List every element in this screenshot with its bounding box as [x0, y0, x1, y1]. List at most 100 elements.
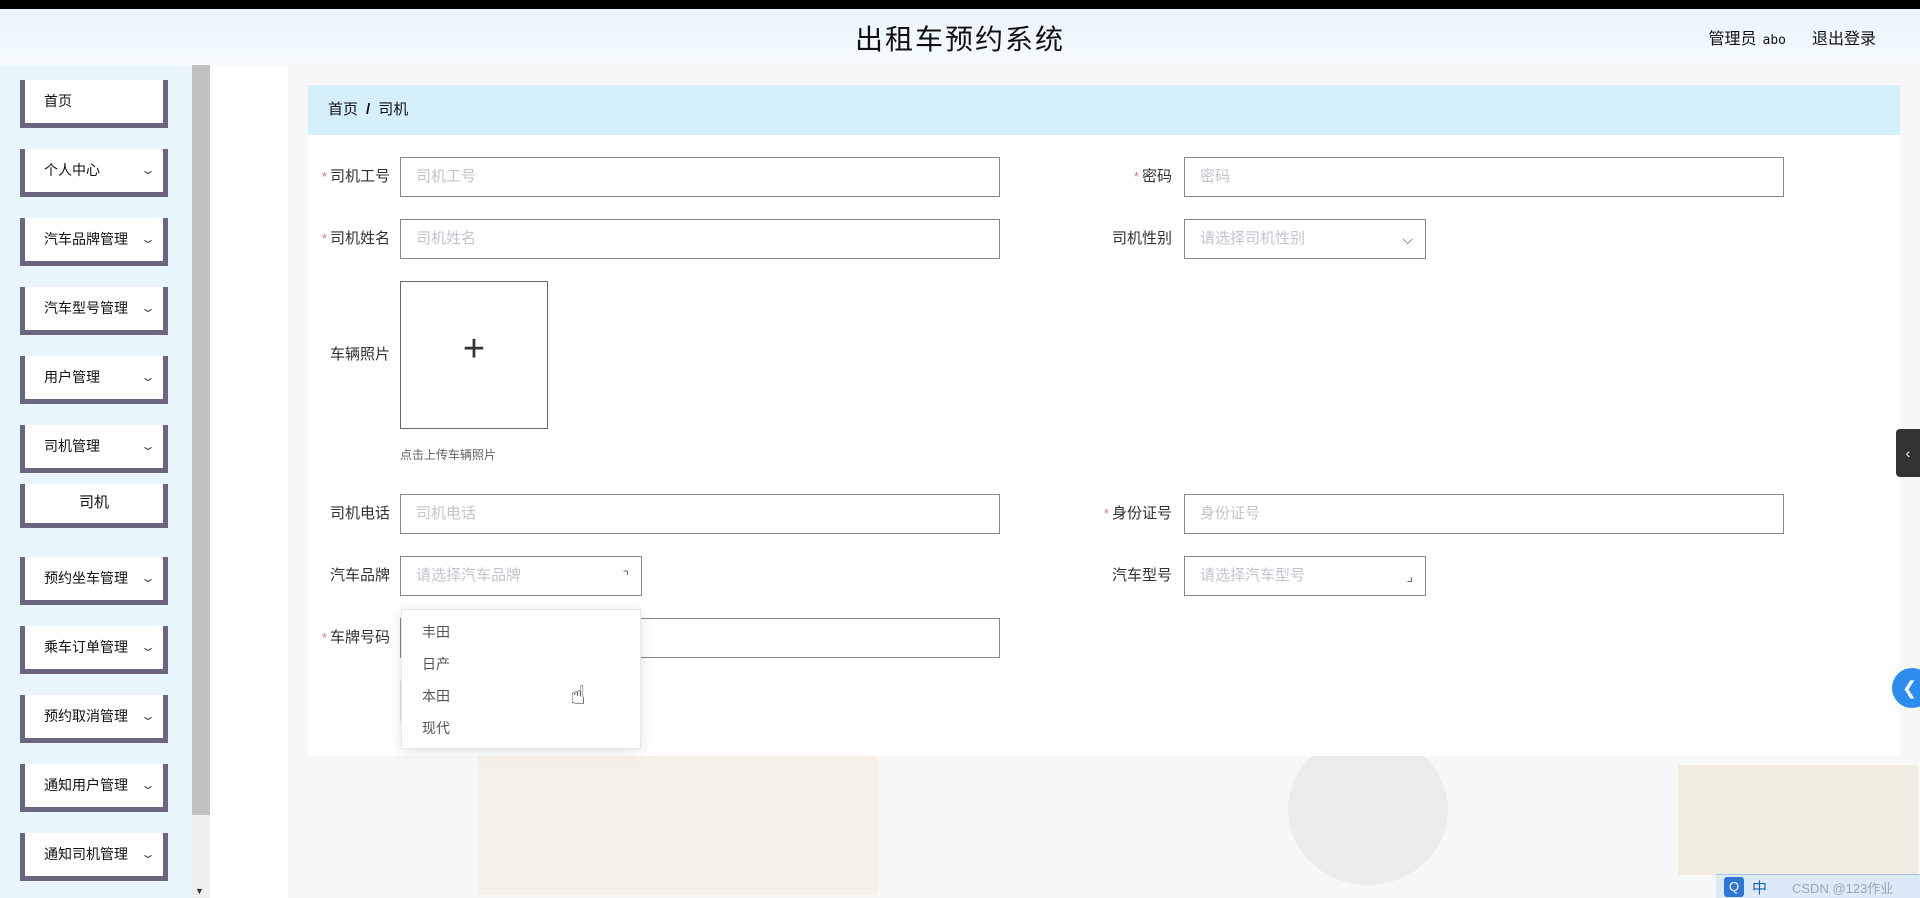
- user-info: 管理员 abo: [1709, 25, 1787, 49]
- sidebar-item-cancel-management[interactable]: 预约取消管理 ⌄: [20, 695, 168, 743]
- app-header: 出租车预约系统 管理员 abo 退出登录: [0, 9, 1920, 65]
- sidebar-item-label: 首页: [44, 93, 72, 109]
- sidebar-item-label: 汽车品牌管理: [44, 231, 128, 247]
- sidebar-item-model-management[interactable]: 汽车型号管理 ⌄: [20, 287, 168, 335]
- sidebar-subitem-label: 司机: [78, 494, 109, 511]
- chevron-down-icon: ⌄: [139, 778, 157, 792]
- required-mark: *: [321, 169, 327, 184]
- sidebar-subitem-driver[interactable]: 司机: [20, 484, 168, 528]
- chevron-down-icon: ⌄: [139, 571, 157, 585]
- sidebar-item-label: 司机管理: [44, 438, 100, 454]
- model-select-placeholder: 请选择汽车型号: [1200, 567, 1306, 584]
- required-mark: *: [1133, 169, 1139, 184]
- sidebar-item-user-management[interactable]: 用户管理 ⌄: [20, 356, 168, 404]
- gender-select-placeholder: 请选择司机性别: [1200, 230, 1306, 247]
- breadcrumb-separator: /: [366, 101, 371, 118]
- hand-cursor-icon: ☝: [570, 680, 586, 710]
- breadcrumb-home[interactable]: 首页: [328, 101, 358, 118]
- sidebar-item-driver-management[interactable]: 司机管理 ⌄: [20, 425, 168, 473]
- background-decoration: [478, 755, 878, 895]
- required-mark: *: [321, 630, 327, 645]
- ime-mode-toggle[interactable]: 中: [1752, 877, 1767, 898]
- window-top-bar: [0, 0, 1920, 9]
- sidebar-item-notify-user[interactable]: 通知用户管理 ⌄: [20, 764, 168, 812]
- driver-id-input[interactable]: 司机工号: [400, 157, 1000, 197]
- chevron-down-icon: ⌄: [139, 847, 157, 861]
- logout-button[interactable]: 退出登录: [1812, 25, 1876, 49]
- brand-select[interactable]: 请选择汽车品牌 ⌝: [400, 556, 642, 596]
- password-input[interactable]: 密码: [1184, 157, 1784, 197]
- password-label-text: 密码: [1141, 168, 1172, 185]
- chevron-down-icon: ⌄: [139, 370, 157, 384]
- id-card-input[interactable]: 身份证号: [1184, 494, 1784, 534]
- user-role: 管理员: [1708, 31, 1757, 48]
- id-card-label: * 身份证号: [1090, 494, 1172, 534]
- driver-id-label: * 司机工号: [310, 157, 390, 197]
- sidebar-item-order-management[interactable]: 乘车订单管理 ⌄: [20, 626, 168, 674]
- phone-label: 司机电话: [329, 505, 390, 522]
- model-label: 汽车型号: [1111, 567, 1172, 584]
- gender-label: 司机性别: [1111, 230, 1172, 247]
- sidebar-item-label: 汽车型号管理: [44, 300, 128, 316]
- chevron-down-icon: ⌄: [139, 301, 157, 315]
- user-name: abo: [1762, 33, 1786, 48]
- scroll-down-arrow-icon[interactable]: ▼: [195, 886, 204, 896]
- dropdown-option[interactable]: 日产: [402, 648, 640, 680]
- chevron-down-icon: ⌄: [139, 232, 157, 246]
- sidebar-item-label: 个人中心: [44, 162, 100, 178]
- chevron-down-icon: ⌄: [139, 709, 157, 723]
- driver-name-input[interactable]: 司机姓名: [400, 219, 1000, 259]
- chevron-down-icon: ⌄: [139, 439, 157, 453]
- dropdown-option[interactable]: 本田: [402, 680, 640, 712]
- chevron-down-icon: ⌟: [1406, 568, 1413, 584]
- sidebar-item-personal-center[interactable]: 个人中心 ⌄: [20, 149, 168, 197]
- chevron-down-icon: ⌵: [1402, 231, 1413, 247]
- plate-label: * 车牌号码: [310, 618, 390, 658]
- brand-label: 汽车品牌: [329, 567, 390, 584]
- sidebar-item-notify-driver[interactable]: 通知司机管理 ⌄: [20, 833, 168, 881]
- driver-id-label-text: 司机工号: [329, 168, 390, 185]
- sidebar-item-label: 预约坐车管理: [44, 570, 128, 586]
- watermark: CSDN @123作业: [1792, 881, 1894, 896]
- collapse-panel-tab[interactable]: ‹: [1896, 429, 1920, 477]
- model-select[interactable]: 请选择汽车型号 ⌟: [1184, 556, 1426, 596]
- sidebar-item-label: 通知司机管理: [44, 846, 128, 862]
- chevron-down-icon: ⌄: [139, 640, 157, 654]
- required-mark: *: [1103, 506, 1109, 521]
- breadcrumb-current: 司机: [378, 101, 409, 118]
- plus-icon: +: [462, 328, 486, 370]
- sidebar-item-brand-management[interactable]: 汽车品牌管理 ⌄: [20, 218, 168, 266]
- chevron-down-icon: ⌄: [139, 163, 157, 177]
- sidebar-item-label: 用户管理: [44, 369, 100, 385]
- dropdown-option[interactable]: 丰田: [402, 616, 640, 648]
- background-decoration: [1288, 735, 1448, 885]
- brand-dropdown: 丰田 日产 本田 现代: [401, 609, 641, 749]
- brand-select-placeholder: 请选择汽车品牌: [416, 567, 522, 584]
- photo-upload[interactable]: +: [400, 281, 548, 429]
- sidebar-item-home[interactable]: 首页: [20, 80, 168, 128]
- photo-upload-tip: 点击上传车辆照片: [400, 448, 497, 462]
- ime-toolbar: Q 中 CSDN @123作业: [1716, 874, 1920, 898]
- ime-logo-icon[interactable]: Q: [1724, 877, 1744, 897]
- chevron-up-icon: ⌝: [622, 568, 629, 584]
- required-mark: *: [321, 231, 327, 246]
- password-label: * 密码: [1090, 157, 1172, 197]
- app-title: 出租车预约系统: [854, 23, 1065, 56]
- sidebar-item-label: 预约取消管理: [44, 708, 128, 724]
- sidebar-scrollbar-thumb[interactable]: [192, 65, 210, 815]
- sidebar-item-label: 通知用户管理: [44, 777, 128, 793]
- background-decoration: [1678, 765, 1918, 875]
- sidebar: 首页 个人中心 ⌄ 汽车品牌管理 ⌄ 汽车型号管理 ⌄ 用户管理 ⌄ 司机管理 …: [0, 65, 210, 898]
- phone-input[interactable]: 司机电话: [400, 494, 1000, 534]
- plate-label-text: 车牌号码: [329, 629, 390, 646]
- dropdown-option[interactable]: 现代: [402, 712, 640, 744]
- chevron-left-icon: ‹: [1905, 445, 1911, 461]
- gender-select[interactable]: 请选择司机性别 ⌵: [1184, 219, 1426, 259]
- chevron-left-icon: ❮: [1902, 678, 1918, 698]
- id-card-label-text: 身份证号: [1111, 505, 1172, 522]
- driver-name-label: * 司机姓名: [310, 219, 390, 259]
- sidebar-item-booking-management[interactable]: 预约坐车管理 ⌄: [20, 557, 168, 605]
- breadcrumb: 首页 / 司机: [308, 85, 1900, 135]
- driver-name-label-text: 司机姓名: [329, 230, 390, 247]
- sidebar-item-label: 乘车订单管理: [44, 639, 128, 655]
